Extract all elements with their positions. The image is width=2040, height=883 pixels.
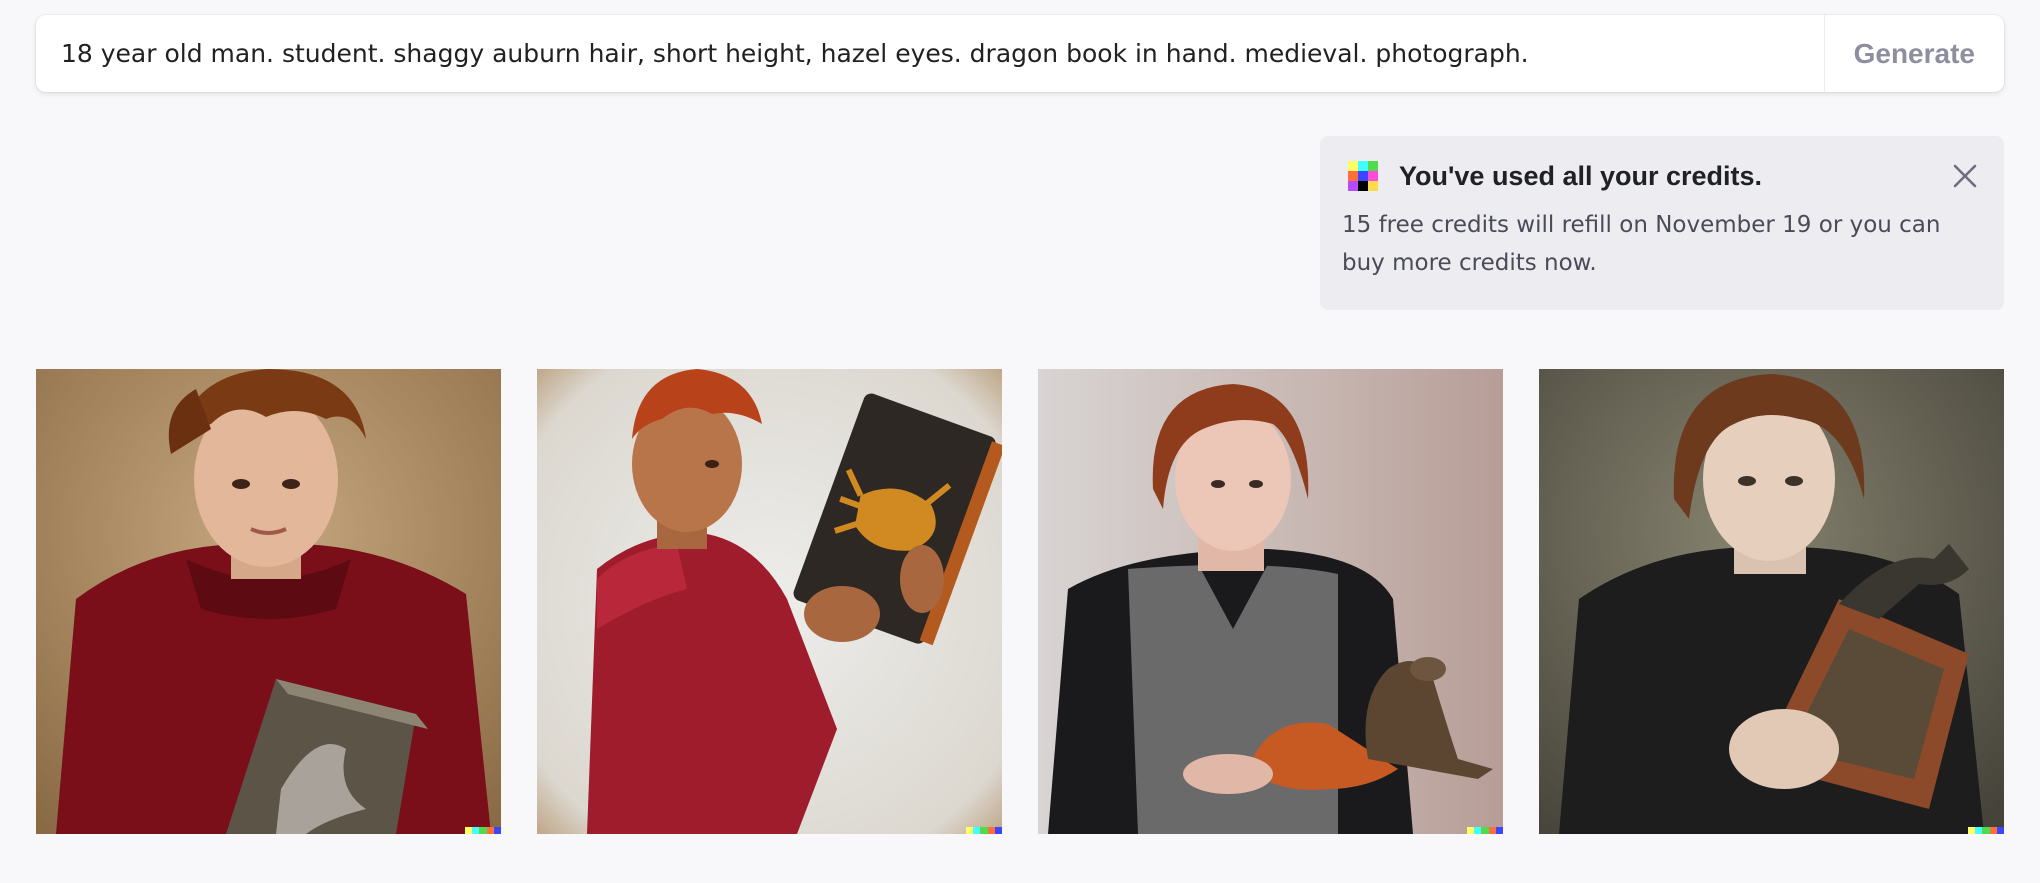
result-image-4[interactable]: [1539, 369, 2004, 834]
generate-button[interactable]: Generate: [1824, 15, 2004, 92]
credits-toast: You've used all your credits. 15 free cr…: [1320, 136, 2004, 310]
dall-e-signature: [966, 827, 1002, 834]
prompt-bar: Generate: [36, 15, 2004, 92]
generated-image-4: [1539, 369, 2004, 834]
generated-image-3: [1038, 369, 1503, 834]
toast-title: You've used all your credits.: [1399, 161, 1763, 191]
dall-e-signature: [1467, 827, 1503, 834]
results-grid: [36, 369, 2004, 834]
generated-image-1: [36, 369, 501, 834]
dall-e-signature: [465, 827, 501, 834]
prompt-input[interactable]: [36, 15, 1824, 92]
result-image-1[interactable]: [36, 369, 501, 834]
close-icon[interactable]: [1952, 163, 1978, 189]
result-image-3[interactable]: [1038, 369, 1503, 834]
toast-message: 15 free credits will refill on November …: [1342, 212, 1941, 276]
result-image-2[interactable]: [537, 369, 1002, 834]
generated-image-2: [537, 369, 1002, 834]
dall-e-signature: [1968, 827, 2004, 834]
dall-e-logo-icon: [1348, 161, 1378, 191]
